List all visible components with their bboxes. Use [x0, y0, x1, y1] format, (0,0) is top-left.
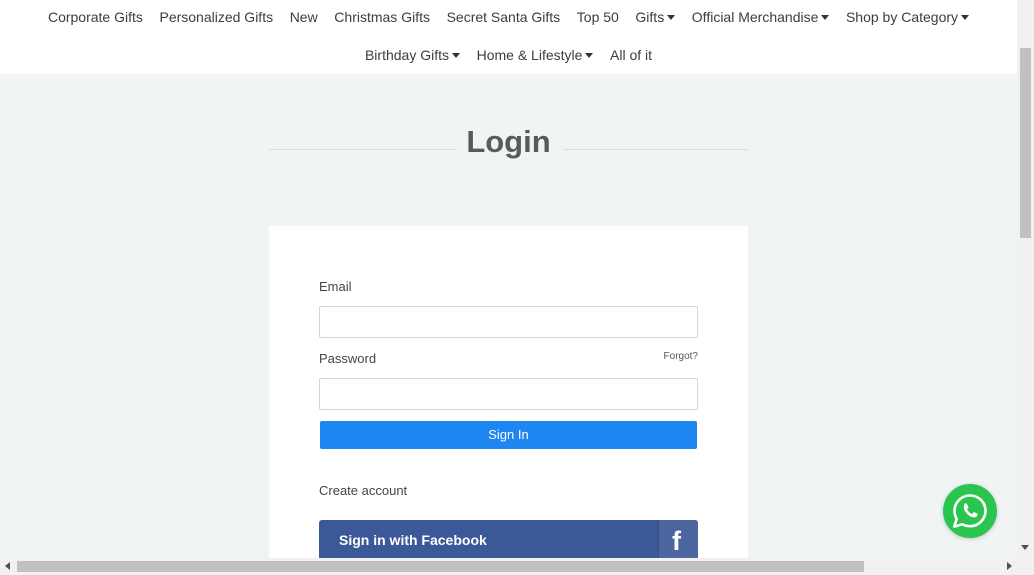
password-label: Password — [319, 351, 377, 366]
top-navigation: Corporate Gifts Personalized Gifts New C… — [0, 0, 1017, 74]
horizontal-scrollbar[interactable] — [0, 558, 1034, 575]
nav-item-new[interactable]: New — [281, 6, 326, 28]
caret-down-icon — [452, 53, 460, 58]
scroll-right-arrow-icon[interactable] — [1007, 562, 1012, 570]
email-label: Email — [319, 279, 352, 294]
nav-item-corporate-gifts[interactable]: Corporate Gifts — [40, 6, 152, 28]
whatsapp-chat-button[interactable] — [943, 484, 997, 538]
nav-item-shop-by-category[interactable]: Shop by Category — [838, 6, 978, 28]
vertical-scrollbar[interactable] — [1017, 0, 1034, 558]
email-field[interactable] — [319, 306, 698, 338]
nav-item-top-50[interactable]: Top 50 — [568, 6, 627, 28]
facebook-sign-in-label: Sign in with Facebook — [339, 532, 487, 548]
nav-item-all-of-it[interactable]: All of it — [602, 44, 661, 66]
title-divider-right — [563, 149, 748, 150]
nav-item-secret-santa-gifts[interactable]: Secret Santa Gifts — [438, 6, 568, 28]
create-account-link[interactable]: Create account — [319, 483, 407, 498]
whatsapp-icon — [953, 494, 987, 528]
caret-down-icon — [667, 15, 676, 20]
forgot-password-link[interactable]: Forgot? — [664, 351, 698, 362]
nav-item-birthday-gifts[interactable]: Birthday Gifts — [357, 44, 469, 66]
page-title: Login — [466, 124, 551, 159]
login-card: Email Password Forgot? Sign In Create ac… — [269, 226, 748, 566]
caret-down-icon — [585, 53, 594, 58]
nav-row-primary: Corporate Gifts Personalized Gifts New C… — [0, 6, 1017, 28]
nav-item-christmas-gifts[interactable]: Christmas Gifts — [326, 6, 438, 28]
nav-item-home-lifestyle[interactable]: Home & Lifestyle — [468, 44, 601, 66]
password-field[interactable] — [319, 378, 698, 410]
page-title-block: Login — [269, 120, 748, 164]
caret-down-icon — [961, 15, 970, 20]
facebook-sign-in-button[interactable]: Sign in with Facebook f — [319, 520, 698, 560]
nav-item-gifts[interactable]: Gifts — [627, 6, 683, 28]
scroll-down-arrow-icon[interactable] — [1021, 545, 1029, 550]
nav-item-official-merchandise[interactable]: Official Merchandise — [684, 6, 838, 28]
sign-in-button[interactable]: Sign In — [320, 421, 697, 449]
scroll-left-arrow-icon[interactable] — [5, 562, 10, 570]
facebook-f-icon: f — [672, 526, 681, 556]
vertical-scrollbar-thumb[interactable] — [1020, 48, 1031, 238]
facebook-icon-box: f — [658, 520, 698, 560]
nav-row-secondary: Birthday Gifts Home & Lifestyle All of i… — [0, 44, 1017, 66]
caret-down-icon — [821, 15, 830, 20]
nav-item-personalized-gifts[interactable]: Personalized Gifts — [151, 6, 281, 28]
horizontal-scrollbar-thumb[interactable] — [17, 561, 864, 572]
